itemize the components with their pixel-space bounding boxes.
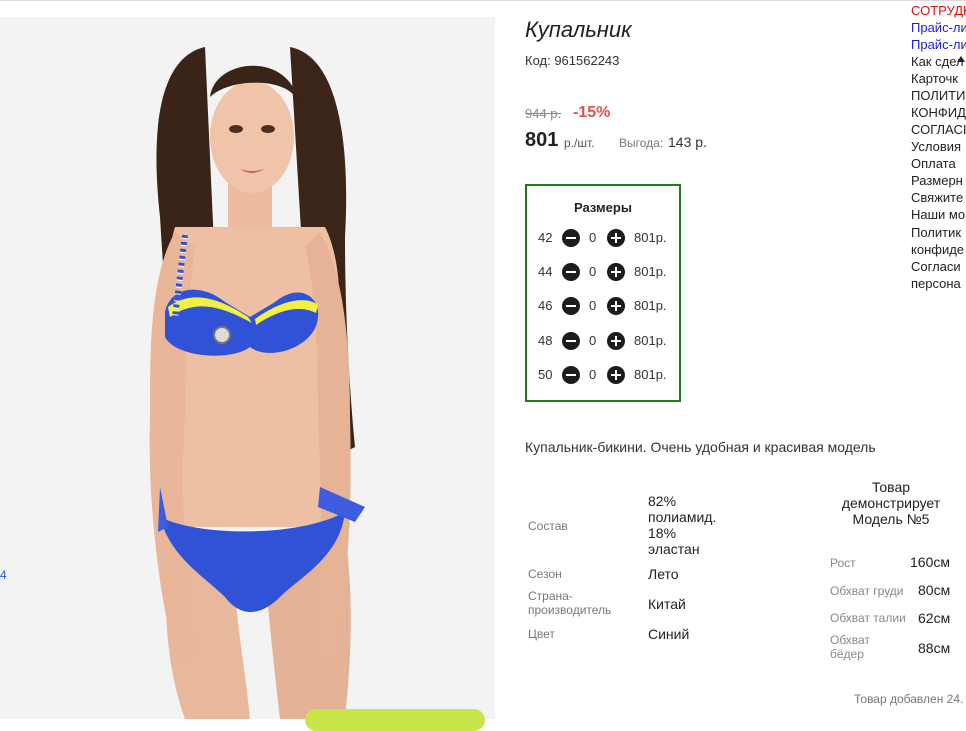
- size-row: 48 0 801р.: [527, 330, 679, 352]
- size-row: 46 0 801р.: [527, 295, 679, 317]
- size-row: 50 0 801р.: [527, 364, 679, 386]
- side-menu-link[interactable]: Согласи: [911, 259, 961, 274]
- side-menu: СОТРУДН Прайс-ли Прайс-ли Как сдел Карто…: [911, 0, 966, 300]
- side-menu-link[interactable]: конфиде: [911, 242, 964, 257]
- sizes-title: Размеры: [574, 200, 632, 215]
- decrease-quantity-button[interactable]: [562, 366, 580, 384]
- side-menu-link[interactable]: Условия: [911, 139, 961, 154]
- hips-label: Обхват бёдер: [830, 633, 870, 661]
- model-title: Товар демонстрирует Модель №5: [841, 479, 941, 527]
- size-price: 801р.: [634, 333, 667, 348]
- increase-quantity-button[interactable]: [607, 366, 625, 384]
- size-price: 801р.: [634, 230, 667, 245]
- side-menu-link[interactable]: Карточк: [911, 71, 958, 86]
- waist-label: Обхват талии: [830, 611, 906, 625]
- increase-quantity-button[interactable]: [607, 332, 625, 350]
- decrease-quantity-button[interactable]: [562, 229, 580, 247]
- decrease-quantity-button[interactable]: [562, 297, 580, 315]
- side-menu-link[interactable]: Прайс-ли: [911, 20, 966, 35]
- product-photo[interactable]: [0, 17, 495, 719]
- product-description: Купальник-бикини. Очень удобная и красив…: [525, 439, 876, 455]
- side-menu-link[interactable]: Как сдел: [911, 54, 964, 69]
- increase-quantity-button[interactable]: [607, 297, 625, 315]
- side-menu-link[interactable]: СОГЛАСІ: [911, 122, 966, 137]
- quantity-value: 0: [589, 230, 597, 245]
- current-price: 801: [525, 129, 559, 151]
- chest-label: Обхват груди: [830, 584, 904, 598]
- waist-value: 62см: [918, 610, 951, 626]
- size-price: 801р.: [634, 367, 667, 382]
- product-code: Код: 961562243: [525, 53, 620, 68]
- benefit-value: 143 р.: [668, 134, 707, 150]
- quantity-value: 0: [589, 367, 597, 382]
- quantity-value: 0: [589, 264, 597, 279]
- left-edge-fragment: 4: [0, 568, 7, 582]
- size-price: 801р.: [634, 298, 667, 313]
- top-divider: [0, 0, 966, 1]
- size-row: 44 0 801р.: [527, 261, 679, 283]
- season-value: Лето: [648, 566, 679, 582]
- increase-quantity-button[interactable]: [607, 263, 625, 281]
- size-label: 46: [538, 298, 553, 313]
- size-label: 50: [538, 367, 553, 382]
- decrease-quantity-button[interactable]: [562, 263, 580, 281]
- size-row: 42 0 801р.: [527, 227, 679, 249]
- sizes-box: Размеры 42 0 801р. 44 0 801р. 46 0 801р.…: [525, 184, 681, 402]
- height-label: Рост: [830, 556, 856, 570]
- side-menu-link[interactable]: ПОЛИТИ: [911, 88, 965, 103]
- side-menu-link[interactable]: Наши мо: [911, 207, 965, 222]
- size-label: 48: [538, 333, 553, 348]
- color-value: Синий: [648, 626, 690, 642]
- composition-label: Состав: [528, 519, 568, 533]
- size-label: 42: [538, 230, 553, 245]
- product-title: Купальник: [525, 17, 632, 42]
- side-menu-link[interactable]: СОТРУДН: [911, 3, 966, 18]
- hips-value: 88см: [918, 640, 951, 656]
- decrease-quantity-button[interactable]: [562, 332, 580, 350]
- scroll-up-icon[interactable]: [957, 56, 965, 62]
- side-menu-link[interactable]: Оплата: [911, 156, 956, 171]
- old-price: 944 р.: [525, 106, 562, 121]
- height-value: 160см: [910, 554, 950, 570]
- chest-value: 80см: [918, 582, 951, 598]
- add-to-cart-button[interactable]: [305, 709, 485, 731]
- side-menu-link[interactable]: КОНФИД: [911, 105, 966, 120]
- composition-value: 82% полиамид. 18% эластан: [648, 493, 717, 557]
- side-menu-link[interactable]: Политик: [911, 225, 961, 240]
- country-label: Страна-производитель: [528, 589, 612, 617]
- size-label: 44: [538, 264, 553, 279]
- quantity-value: 0: [589, 333, 597, 348]
- benefit-label: Выгода:: [619, 136, 664, 150]
- added-date: Товар добавлен 24.: [854, 692, 964, 706]
- side-menu-link[interactable]: Размерн: [911, 173, 963, 188]
- discount-badge: -15%: [573, 104, 611, 121]
- model-illustration: [0, 17, 495, 719]
- color-label: Цвет: [528, 627, 555, 641]
- side-menu-link[interactable]: персона: [911, 276, 961, 291]
- side-menu-link[interactable]: Свяжите: [911, 190, 963, 205]
- price-unit: р./шт.: [564, 136, 595, 150]
- quantity-value: 0: [589, 298, 597, 313]
- season-label: Сезон: [528, 567, 562, 581]
- side-menu-link[interactable]: Прайс-ли: [911, 37, 966, 52]
- size-price: 801р.: [634, 264, 667, 279]
- country-value: Китай: [648, 596, 686, 612]
- increase-quantity-button[interactable]: [607, 229, 625, 247]
